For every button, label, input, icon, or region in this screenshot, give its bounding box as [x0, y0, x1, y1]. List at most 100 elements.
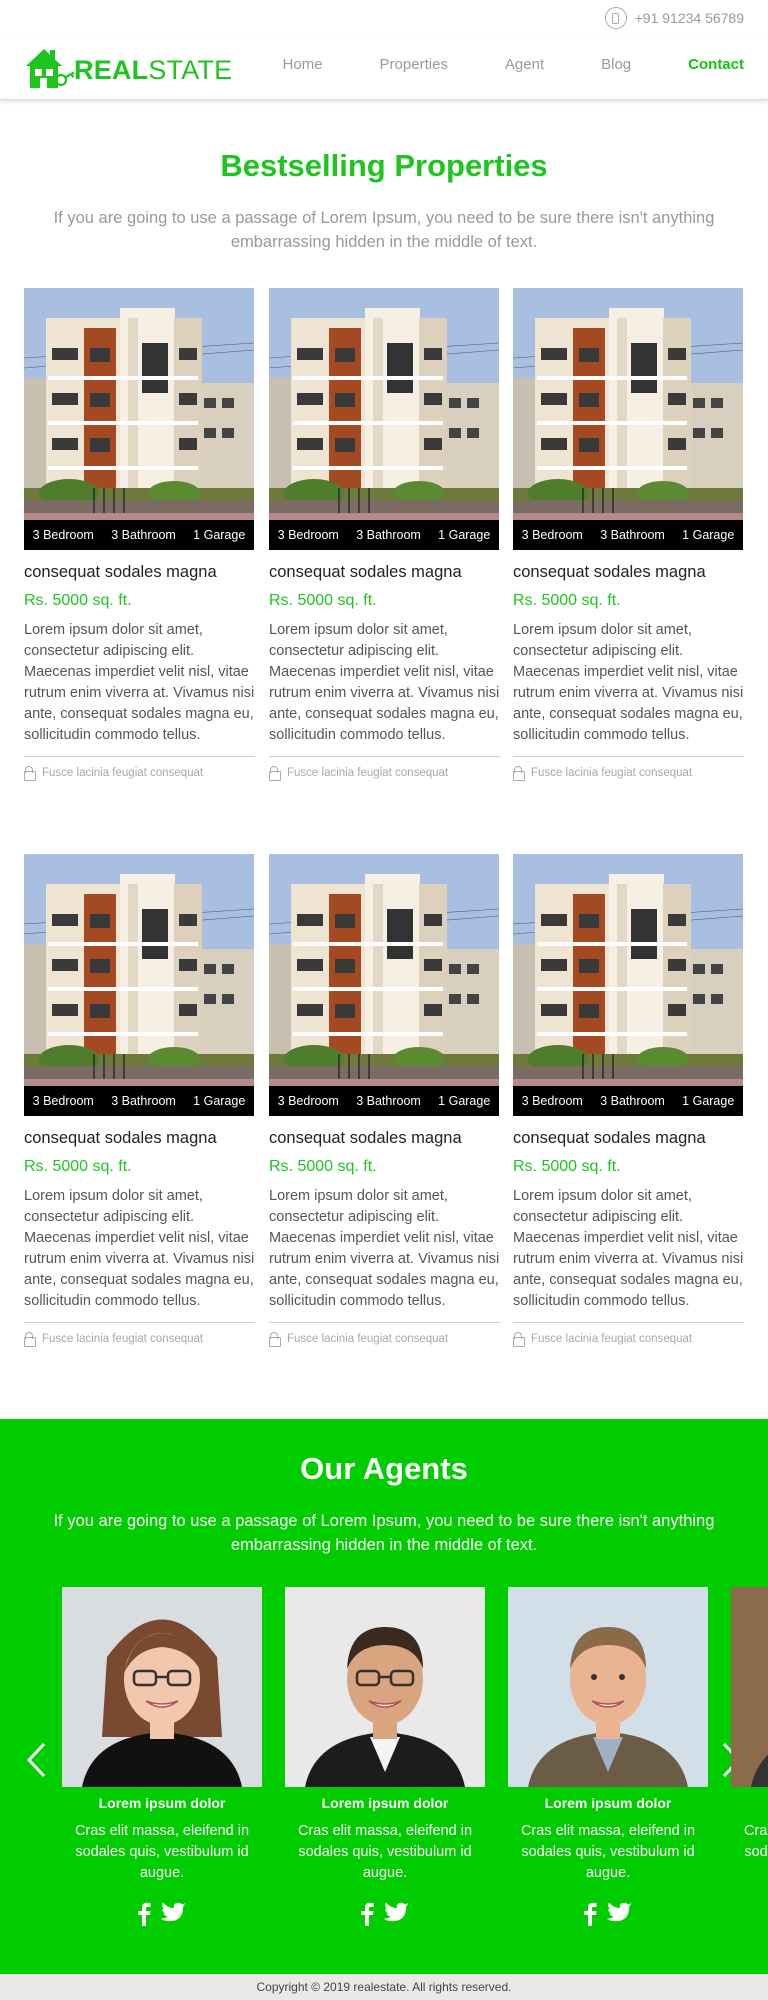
agent-name: Lorem ipsum dolor	[98, 1795, 226, 1811]
bedroom-count: 3 Bedroom	[32, 528, 94, 542]
property-image[interactable]: 3 Bedroom 3 Bathroom 1 Garage	[513, 288, 743, 550]
garage-count: 1 Garage	[682, 528, 735, 542]
agent-name: Lorem ipsum dolor	[544, 1795, 672, 1811]
footer: Copyright © 2019 realestate. All rights …	[0, 1974, 768, 2000]
lock-icon	[513, 766, 525, 781]
property-price: Rs. 5000 sq. ft.	[24, 592, 132, 609]
nav-agent[interactable]: Agent	[505, 56, 544, 73]
facebook-icon[interactable]	[137, 1902, 151, 1926]
agent-social-links	[508, 1902, 708, 1926]
garage-count: 1 Garage	[193, 528, 246, 542]
property-card[interactable]: 3 Bedroom 3 Bathroom 1 Garage consequat sod…	[513, 854, 744, 1347]
property-features: 3 Bedroom 3 Bathroom 1 Garage	[513, 1086, 743, 1116]
agent-photo-img	[62, 1587, 262, 1787]
twitter-icon[interactable]	[605, 1902, 633, 1926]
bedroom-count: 3 Bedroom	[521, 528, 583, 542]
main-nav: Home Properties Agent Blog Contact	[226, 56, 744, 73]
property-price: Rs. 5000 sq. ft.	[269, 1158, 377, 1175]
bathroom-count: 3 Bathroom	[356, 528, 421, 542]
agent-photo-img	[508, 1587, 708, 1787]
bathroom-count: 3 Bathroom	[111, 528, 176, 542]
agent-photo[interactable]	[731, 1587, 768, 1787]
agent-card[interactable]: Lorem ipsum dolor Cras elit massa, eleife…	[62, 1587, 262, 1926]
property-footer: Fusce lacinia feugiat consequat	[24, 1322, 255, 1347]
property-footer-text: Fusce lacinia feugiat consequat	[531, 766, 693, 779]
property-image[interactable]: 3 Bedroom 3 Bathroom 1 Garage	[513, 854, 743, 1116]
property-footer-text: Fusce lacinia feugiat consequat	[531, 1332, 693, 1345]
garage-count: 1 Garage	[682, 1094, 735, 1108]
property-footer: Fusce lacinia feugiat consequat	[24, 756, 255, 781]
property-image[interactable]: 3 Bedroom 3 Bathroom 1 Garage	[269, 288, 499, 550]
agent-photo-img	[731, 1587, 768, 1787]
agent-card[interactable]: Lorem ipsum dolor Cras elit massa, eleife…	[508, 1587, 708, 1926]
logo-text-bold: REAL	[74, 55, 149, 85]
nav-contact[interactable]: Contact	[688, 56, 744, 73]
bedroom-count: 3 Bedroom	[277, 528, 339, 542]
bedroom-count: 3 Bedroom	[32, 1094, 94, 1108]
top-bar: +91 91234 56789	[0, 0, 768, 34]
property-footer: Fusce lacinia feugiat consequat	[513, 756, 744, 781]
property-footer-text: Fusce lacinia feugiat consequat	[42, 1332, 204, 1345]
garage-count: 1 Garage	[438, 1094, 491, 1108]
property-photo	[24, 288, 254, 550]
property-title[interactable]: consequat sodales magna	[24, 1129, 255, 1148]
lock-icon	[513, 1332, 525, 1347]
property-features: 3 Bedroom 3 Bathroom 1 Garage	[24, 1086, 254, 1116]
agent-photo[interactable]	[62, 1587, 262, 1787]
property-card[interactable]: 3 Bedroom 3 Bathroom 1 Garage consequat sod…	[269, 854, 500, 1347]
bathroom-count: 3 Bathroom	[111, 1094, 176, 1108]
agent-card[interactable]: Lorem ipsum dolor Cras elit massa, eleife…	[731, 1587, 768, 1926]
agent-name: Lorem ipsum dolor	[321, 1795, 449, 1811]
property-card[interactable]: 3 Bedroom 3 Bathroom 1 Garage consequat sod…	[24, 854, 255, 1347]
nav-blog[interactable]: Blog	[601, 56, 631, 73]
agent-bio: Cras elit massa, eleifend in sodales qui…	[520, 1823, 696, 1881]
agent-name: Lorem ipsum dolor	[731, 1795, 768, 1811]
property-footer: Fusce lacinia feugiat consequat	[269, 756, 500, 781]
property-title[interactable]: consequat sodales magna	[269, 1129, 500, 1148]
property-photo	[269, 854, 499, 1116]
property-footer-text: Fusce lacinia feugiat consequat	[287, 766, 449, 779]
copyright-text: Copyright © 2019 realestate. All rights …	[256, 1980, 512, 1994]
property-features: 3 Bedroom 3 Bathroom 1 Garage	[269, 520, 499, 550]
agent-card[interactable]: Lorem ipsum dolor Cras elit massa, eleife…	[285, 1587, 485, 1926]
property-description: Lorem ipsum dolor sit amet, consectetur …	[513, 622, 744, 743]
agent-photo-img	[285, 1587, 485, 1787]
property-features: 3 Bedroom 3 Bathroom 1 Garage	[24, 520, 254, 550]
property-card[interactable]: 3 Bedroom 3 Bathroom 1 Garage consequat sod…	[513, 288, 744, 781]
lock-icon	[24, 1332, 36, 1347]
nav-home[interactable]: Home	[283, 56, 323, 73]
phone-contact[interactable]: +91 91234 56789	[604, 7, 744, 29]
agent-photo[interactable]	[285, 1587, 485, 1787]
property-price: Rs. 5000 sq. ft.	[513, 592, 621, 609]
chevron-left-icon[interactable]	[24, 1740, 48, 1780]
property-image[interactable]: 3 Bedroom 3 Bathroom 1 Garage	[24, 288, 254, 550]
agent-photo[interactable]	[508, 1587, 708, 1787]
facebook-icon[interactable]	[360, 1902, 374, 1926]
navbar: REALSTATE Home Properties Agent Blog Con…	[0, 34, 768, 100]
twitter-icon[interactable]	[159, 1902, 187, 1926]
property-price: Rs. 5000 sq. ft.	[24, 1158, 132, 1175]
property-description: Lorem ipsum dolor sit amet, consectetur …	[269, 622, 500, 743]
property-image[interactable]: 3 Bedroom 3 Bathroom 1 Garage	[24, 854, 254, 1116]
property-footer: Fusce lacinia feugiat consequat	[513, 1322, 744, 1347]
property-card[interactable]: 3 Bedroom 3 Bathroom 1 Garage consequat sod…	[24, 288, 255, 781]
agents-section: Our Agents If you are going to use a pas…	[0, 1419, 768, 1974]
property-photo	[513, 288, 743, 550]
property-price: Rs. 5000 sq. ft.	[513, 1158, 621, 1175]
twitter-icon[interactable]	[382, 1902, 410, 1926]
lock-icon	[269, 1332, 281, 1347]
property-title[interactable]: consequat sodales magna	[269, 563, 500, 582]
nav-properties[interactable]: Properties	[380, 56, 448, 73]
facebook-icon[interactable]	[583, 1902, 597, 1926]
property-image[interactable]: 3 Bedroom 3 Bathroom 1 Garage	[269, 854, 499, 1116]
site-logo[interactable]: REALSTATE	[24, 44, 232, 92]
property-title[interactable]: consequat sodales magna	[513, 563, 744, 582]
bathroom-count: 3 Bathroom	[600, 1094, 665, 1108]
property-title[interactable]: consequat sodales magna	[513, 1129, 744, 1148]
bedroom-count: 3 Bedroom	[277, 1094, 339, 1108]
property-footer-text: Fusce lacinia feugiat consequat	[42, 766, 204, 779]
bathroom-count: 3 Bathroom	[600, 528, 665, 542]
property-title[interactable]: consequat sodales magna	[24, 563, 255, 582]
property-card[interactable]: 3 Bedroom 3 Bathroom 1 Garage consequat sod…	[269, 288, 500, 781]
agents-title: Our Agents	[300, 1451, 468, 1486]
